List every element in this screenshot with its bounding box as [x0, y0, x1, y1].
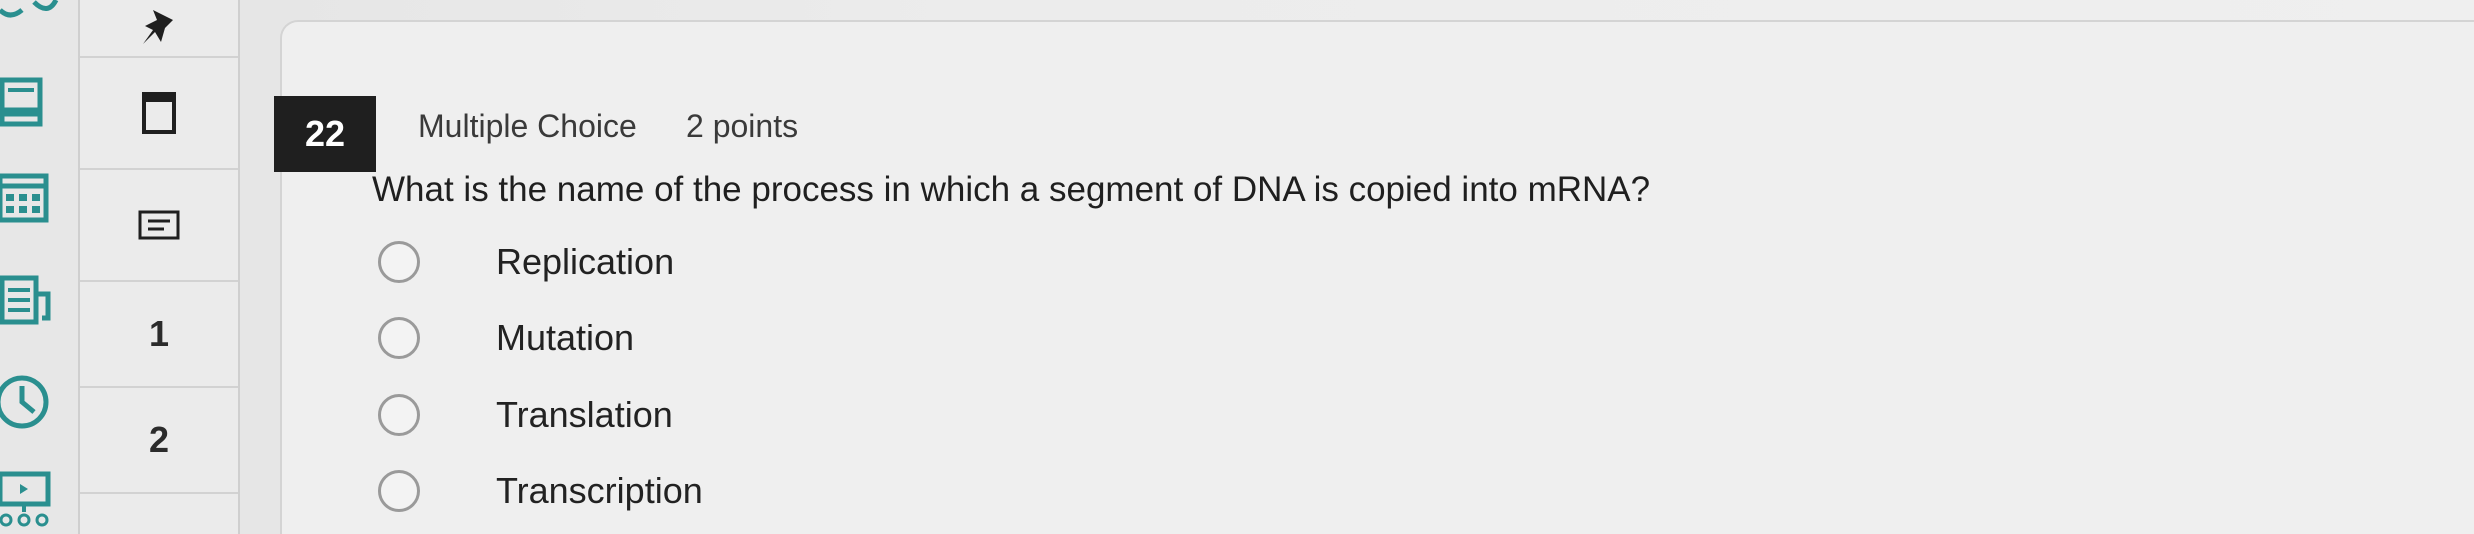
dashboard-icon[interactable] [0, 72, 64, 132]
history-icon[interactable] [0, 372, 64, 432]
radio-button[interactable] [378, 470, 420, 512]
account-icon[interactable] [0, 0, 64, 32]
quiz-screen: 1 2 22 Multiple Choice 2 points What is … [0, 0, 2474, 534]
answer-label: Transcription [496, 470, 703, 511]
radio-button[interactable] [378, 394, 420, 436]
answer-label: Translation [496, 394, 673, 435]
question-navigator: 1 2 [78, 0, 240, 534]
pin-icon[interactable] [80, 0, 238, 58]
question-link-1[interactable]: 1 [80, 282, 238, 388]
inbox-icon[interactable] [0, 272, 64, 332]
question-type: Multiple Choice [418, 108, 637, 144]
studio-icon[interactable] [0, 468, 64, 528]
radio-button[interactable] [378, 241, 420, 283]
answer-option-translation[interactable]: Translation [378, 387, 673, 443]
global-nav [0, 0, 78, 534]
answer-label: Mutation [496, 317, 635, 358]
answer-option-replication[interactable]: Replication [378, 234, 674, 290]
question-link-2[interactable]: 2 [80, 388, 238, 494]
calendar-icon[interactable] [0, 168, 64, 228]
answer-option-mutation[interactable]: Mutation [378, 310, 634, 366]
notes-icon[interactable] [80, 170, 238, 282]
question-points: 2 points [686, 108, 799, 144]
question-text: What is the name of the process in which… [372, 170, 1651, 209]
answer-label: Replication [496, 241, 675, 282]
radio-button[interactable] [378, 317, 420, 359]
flag-icon[interactable] [80, 58, 238, 170]
answer-option-transcription[interactable]: Transcription [378, 463, 703, 519]
question-number: 22 [274, 96, 376, 172]
